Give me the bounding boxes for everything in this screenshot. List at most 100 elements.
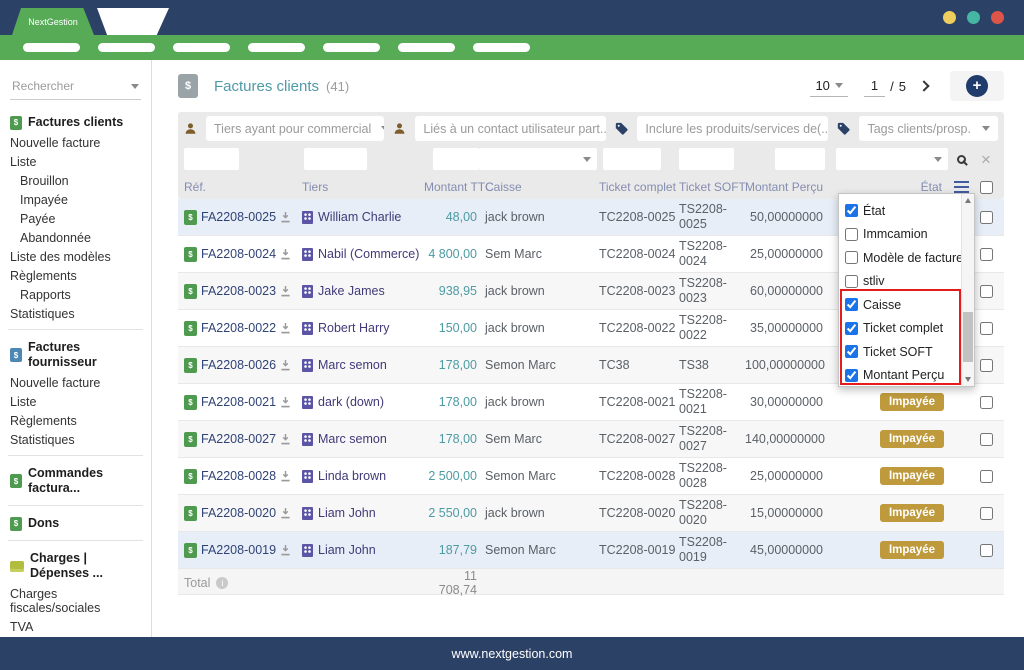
sidebar-section-commandes-factura[interactable]: $Commandes factura... [0, 463, 151, 499]
download-icon[interactable] [280, 470, 291, 482]
download-icon[interactable] [280, 396, 291, 408]
select-all-checkbox[interactable] [980, 181, 993, 194]
sidebar-item-tva[interactable]: TVA [0, 617, 151, 636]
filter-commercial-select[interactable]: Tiers ayant pour commercial [206, 116, 384, 141]
menu-pill[interactable] [248, 43, 305, 52]
column-header-tiers[interactable]: Tiers [302, 180, 424, 194]
row-checkbox[interactable] [980, 248, 993, 261]
download-icon[interactable] [280, 507, 291, 519]
column-toggle-checkbox[interactable] [845, 298, 858, 311]
sidebar-item-impay-e[interactable]: Impayée [0, 190, 151, 209]
footer-link[interactable]: www.nextgestion.com [452, 647, 573, 661]
tiers-link[interactable]: Marc semon [318, 358, 387, 372]
download-icon[interactable] [280, 211, 291, 223]
filter-montant-percu-input[interactable] [775, 148, 825, 170]
column-header-ticket-complet[interactable]: Ticket complet [599, 180, 679, 194]
menu-pill[interactable] [173, 43, 230, 52]
invoice-ref-link[interactable]: FA2208-0020 [201, 506, 276, 520]
scroll-down-icon[interactable] [965, 377, 971, 382]
search-icon[interactable] [957, 155, 966, 164]
menu-pill[interactable] [23, 43, 80, 52]
column-header-ref[interactable]: Réf. [184, 180, 302, 194]
tiers-link[interactable]: Jake James [318, 284, 385, 298]
table-row[interactable]: $ FA2208-0020 Liam John 2 550,00 jack br… [178, 495, 1004, 532]
row-checkbox[interactable] [980, 470, 993, 483]
row-checkbox[interactable] [980, 396, 993, 409]
download-icon[interactable] [280, 322, 291, 334]
scrollbar[interactable] [961, 194, 974, 386]
secondary-tab[interactable] [97, 8, 169, 35]
column-menu-item-tat[interactable]: État [845, 199, 961, 223]
column-menu-item-ticket-soft[interactable]: Ticket SOFT [845, 340, 961, 364]
row-checkbox[interactable] [980, 285, 993, 298]
sidebar-item-liste[interactable]: Liste [0, 392, 151, 411]
tiers-link[interactable]: Marc semon [318, 432, 387, 446]
per-page-select[interactable]: 10 [810, 76, 847, 97]
invoice-ref-link[interactable]: FA2208-0024 [201, 247, 276, 261]
filter-ticket-complet-input[interactable] [603, 148, 661, 170]
column-header-montant-ttc[interactable]: Montant TTC [424, 180, 479, 194]
filter-tags-select[interactable]: Tags clients/prosp. [859, 116, 998, 141]
filter-etat-select[interactable] [836, 148, 948, 170]
tiers-link[interactable]: William Charlie [318, 210, 401, 224]
sidebar-item-rapports[interactable]: Rapports [0, 285, 151, 304]
column-chooser-button[interactable] [954, 181, 969, 193]
column-menu-item-caisse[interactable]: Caisse [845, 293, 961, 317]
filter-contact-select[interactable]: Liés à un contact utilisateur part... [415, 116, 606, 141]
download-icon[interactable] [280, 359, 291, 371]
info-icon[interactable]: i [216, 577, 228, 589]
sidebar-item-nouvelle-facture[interactable]: Nouvelle facture [0, 373, 151, 392]
next-page-button[interactable] [918, 80, 929, 91]
sidebar-section-factures-clients[interactable]: $Factures clients [0, 112, 151, 133]
table-row[interactable]: $ FA2208-0028 Linda brown 2 500,00 Semon… [178, 458, 1004, 495]
invoice-ref-link[interactable]: FA2208-0026 [201, 358, 276, 372]
sidebar-item-pay-e[interactable]: Payée [0, 209, 151, 228]
column-toggle-checkbox[interactable] [845, 251, 858, 264]
window-control-teal[interactable] [967, 11, 980, 24]
brand-tab[interactable]: NextGestion [12, 8, 94, 35]
row-checkbox[interactable] [980, 507, 993, 520]
sidebar-item-liste-des-mod-les[interactable]: Liste des modèles [0, 247, 151, 266]
column-header-caisse[interactable]: Caisse [479, 180, 599, 194]
filter-tiers-input[interactable] [304, 148, 367, 170]
invoice-ref-link[interactable]: FA2208-0019 [201, 543, 276, 557]
invoice-ref-link[interactable]: FA2208-0022 [201, 321, 276, 335]
table-row[interactable]: $ FA2208-0019 Liam John 187,79 Semon Mar… [178, 532, 1004, 569]
invoice-ref-link[interactable]: FA2208-0025 [201, 210, 276, 224]
page-number-input[interactable]: 1 [864, 76, 885, 97]
scrollbar-thumb[interactable] [963, 312, 973, 362]
column-toggle-checkbox[interactable] [845, 204, 858, 217]
row-checkbox[interactable] [980, 322, 993, 335]
download-icon[interactable] [280, 433, 291, 445]
invoice-ref-link[interactable]: FA2208-0028 [201, 469, 276, 483]
download-icon[interactable] [280, 285, 291, 297]
scroll-up-icon[interactable] [965, 198, 971, 203]
row-checkbox[interactable] [980, 544, 993, 557]
sidebar-item-r-glements[interactable]: Règlements [0, 411, 151, 430]
sidebar-item-liste[interactable]: Liste [0, 152, 151, 171]
filter-ref-input[interactable] [184, 148, 239, 170]
add-invoice-button[interactable]: + [950, 71, 1004, 101]
column-menu-item-immcamion[interactable]: Immcamion [845, 223, 961, 247]
filter-products-select[interactable]: Inclure les produits/services de(... [637, 116, 828, 141]
column-header-ticket-soft[interactable]: Ticket SOFT [679, 180, 745, 194]
sidebar-item-charges-fiscales-sociales[interactable]: Charges fiscales/sociales [0, 584, 151, 617]
sidebar-item-abandonn-e[interactable]: Abandonnée [0, 228, 151, 247]
filter-montant-input[interactable] [433, 148, 479, 170]
column-menu-item-ticket-complet[interactable]: Ticket complet [845, 317, 961, 341]
column-toggle-checkbox[interactable] [845, 345, 858, 358]
invoice-ref-link[interactable]: FA2208-0023 [201, 284, 276, 298]
row-checkbox[interactable] [980, 433, 993, 446]
tiers-link[interactable]: Liam John [318, 506, 376, 520]
column-header-montant-percu[interactable]: Montant Perçu [745, 180, 825, 194]
row-checkbox[interactable] [980, 359, 993, 372]
window-control-red[interactable] [991, 11, 1004, 24]
column-menu-item-montant-per-u[interactable]: Montant Perçu [845, 364, 961, 388]
tiers-link[interactable]: Liam John [318, 543, 376, 557]
tiers-link[interactable]: dark (down) [318, 395, 384, 409]
column-toggle-checkbox[interactable] [845, 275, 858, 288]
tiers-link[interactable]: Linda brown [318, 469, 386, 483]
sidebar-search[interactable]: Rechercher [10, 76, 141, 100]
column-menu-item-mod-le-de-facture[interactable]: Modèle de facture [845, 246, 961, 270]
filter-ticket-soft-input[interactable] [679, 148, 734, 170]
